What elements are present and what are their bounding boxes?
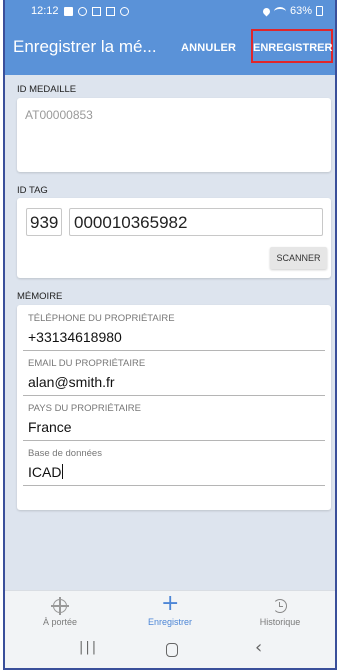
location-icon	[261, 6, 272, 16]
page-title: Enregistrer la mé...	[13, 37, 157, 56]
medal-id-value: AT00000853	[25, 108, 93, 122]
status-bar: 12:12 63%	[5, 0, 335, 22]
save-button[interactable]: ENREGISTRER	[253, 42, 332, 54]
text-caret	[62, 464, 64, 479]
tag-code-field[interactable]: 939	[26, 208, 62, 236]
phone-field[interactable]: +33134618980	[28, 329, 122, 345]
email-field-label: EMAIL DU PROPRIÉTAIRE	[28, 358, 146, 369]
database-field[interactable]: ICAD	[28, 464, 64, 480]
status-right: 63%	[261, 5, 323, 17]
memory-card: TÉLÉPHONE DU PROPRIÉTAIRE +33134618980 E…	[17, 305, 331, 510]
back-icon[interactable]: ‹	[255, 637, 262, 658]
wifi-icon	[273, 6, 286, 16]
country-field-label: PAYS DU PROPRIÉTAIRE	[28, 403, 141, 414]
status-left: 12:12	[31, 5, 129, 17]
home-icon[interactable]	[166, 643, 178, 657]
sim-icon	[91, 6, 101, 16]
tab-history[interactable]: Historique	[235, 591, 325, 633]
tag-number-field[interactable]: 000010365982	[69, 208, 323, 236]
database-field-label: Base de données	[28, 448, 102, 459]
memory-section-label: MÉMOIRE	[17, 291, 63, 302]
tab-register[interactable]: + Enregistrer	[125, 591, 215, 633]
tab-in-range[interactable]: À portée	[15, 591, 105, 633]
phone-field-underline	[23, 350, 325, 351]
plus-icon: +	[161, 591, 180, 616]
country-field[interactable]: France	[28, 419, 72, 435]
tab-history-label: Historique	[259, 617, 301, 627]
bottom-tab-bar: À portée + Enregistrer Historique	[5, 590, 335, 632]
email-field[interactable]: alan@smith.fr	[28, 374, 115, 390]
medal-section-label: ID MEDAILLE	[17, 84, 77, 95]
action-bar: Enregistrer la mé... ANNULER ENREGISTRER	[5, 22, 335, 75]
tab-in-range-label: À portée	[42, 617, 78, 627]
target-icon	[51, 597, 69, 615]
medal-card[interactable]: AT00000853	[17, 98, 331, 172]
history-icon	[273, 599, 287, 613]
database-field-text: ICAD	[28, 464, 62, 480]
phone-frame: 12:12 63% Enregistrer la mé... ANNULER E…	[3, 0, 337, 670]
whatsapp-icon	[119, 6, 129, 16]
sync-icon	[77, 6, 87, 16]
country-field-underline	[23, 440, 325, 441]
image-icon	[105, 6, 115, 16]
tag-card: 939 000010365982 SCANNER	[17, 198, 331, 278]
tag-section-label: ID TAG	[17, 185, 48, 196]
scan-button[interactable]: SCANNER	[270, 247, 327, 269]
battery-percent: 63%	[289, 5, 312, 17]
status-time: 12:12	[31, 5, 59, 17]
email-field-underline	[23, 395, 325, 396]
database-field-underline	[23, 485, 325, 486]
recent-apps-icon[interactable]: |||	[79, 640, 98, 655]
cancel-button[interactable]: ANNULER	[181, 42, 236, 54]
tab-register-label: Enregistrer	[147, 617, 192, 627]
battery-icon	[316, 6, 323, 16]
message-icon	[63, 6, 73, 16]
phone-field-label: TÉLÉPHONE DU PROPRIÉTAIRE	[28, 313, 175, 324]
system-nav-bar: ||| ‹	[5, 632, 335, 668]
